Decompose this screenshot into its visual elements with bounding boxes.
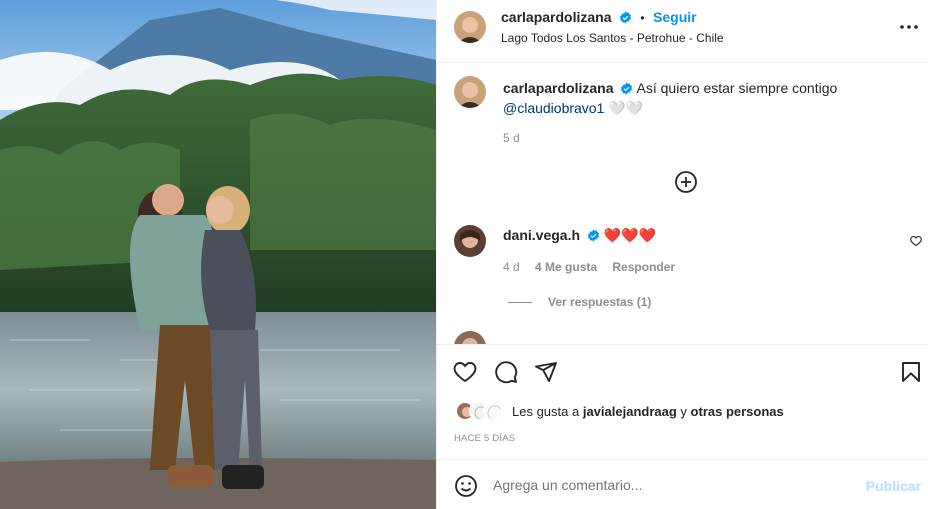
share-send-icon[interactable] — [534, 360, 558, 384]
view-replies-line — [508, 302, 532, 304]
view-replies[interactable]: Ver respuestas (1) — [508, 295, 651, 309]
post-location[interactable]: Lago Todos Los Santos - Petrohue - Chile — [501, 31, 724, 45]
comment-body: dani.vega.h ❤️❤️❤️ — [503, 226, 656, 246]
caption-mention[interactable]: @claudiobravo1 — [503, 100, 604, 116]
comment-reply-button[interactable]: Responder — [612, 260, 675, 274]
comment-like-heart-icon[interactable] — [910, 234, 922, 247]
liked-by-text: Les gusta a javialejandraag y otras pers… — [512, 404, 784, 419]
caption-emoji: 🤍🤍 — [608, 100, 644, 116]
liked-by-prefix: Les gusta a — [512, 404, 580, 419]
save-bookmark-icon[interactable] — [899, 360, 923, 384]
liked-by-avatars[interactable] — [455, 401, 511, 421]
follow-button[interactable]: Seguir — [653, 9, 697, 25]
caption-time[interactable]: 5 d — [503, 131, 520, 145]
liked-avatar — [483, 401, 503, 421]
header-dot: • — [640, 11, 645, 25]
more-options-icon[interactable] — [898, 20, 920, 34]
author-username[interactable]: carlapardolizana — [501, 9, 612, 25]
publish-button[interactable]: Publicar — [866, 478, 921, 494]
emoji-smiley-icon[interactable] — [454, 474, 478, 498]
comment-time[interactable]: 4 d — [503, 260, 520, 274]
comment-likes[interactable]: 4 Me gusta — [535, 260, 597, 274]
post-image — [0, 0, 436, 509]
comments-section[interactable]: carlapardolizana Así quiero estar siempr… — [437, 63, 928, 344]
comment-text: ❤️❤️❤️ — [603, 227, 657, 243]
post-header: carlapardolizana • Seguir Lago Todos Los… — [437, 0, 928, 63]
add-comment-bar: Publicar — [437, 459, 928, 509]
load-more-comments-icon[interactable] — [674, 170, 698, 194]
post-photo[interactable] — [0, 0, 436, 509]
caption-author-username[interactable]: carlapardolizana — [503, 80, 614, 96]
view-replies-label: Ver respuestas (1) — [548, 295, 652, 309]
post-actions: Les gusta a javialejandraag y otras pers… — [437, 344, 928, 459]
like-heart-icon[interactable] — [453, 360, 477, 384]
post-panel: carlapardolizana • Seguir Lago Todos Los… — [436, 0, 928, 509]
post-timestamp[interactable]: HACE 5 DÍAS — [454, 433, 515, 444]
caption: carlapardolizana Así quiero estar siempr… — [503, 79, 903, 117]
liked-by-user[interactable]: javialejandraag — [583, 404, 677, 419]
author-avatar[interactable] — [454, 11, 486, 43]
caption-author-avatar[interactable] — [454, 76, 486, 108]
liked-by-others[interactable]: otras personas — [691, 404, 784, 419]
caption-text: Así quiero estar siempre contigo — [636, 80, 838, 96]
comment-meta: 4 d 4 Me gusta Responder — [503, 260, 675, 274]
verified-badge-icon — [620, 81, 633, 99]
comment-bubble-icon[interactable] — [494, 360, 518, 384]
liked-by-conj: y — [680, 404, 687, 419]
verified-badge-icon — [587, 228, 600, 246]
commenter-username[interactable]: dani.vega.h — [503, 227, 580, 243]
verified-badge-icon — [619, 11, 632, 29]
commenter-avatar[interactable] — [454, 225, 486, 257]
add-comment-input[interactable] — [493, 474, 853, 496]
commenter-avatar-partial[interactable] — [454, 331, 486, 344]
